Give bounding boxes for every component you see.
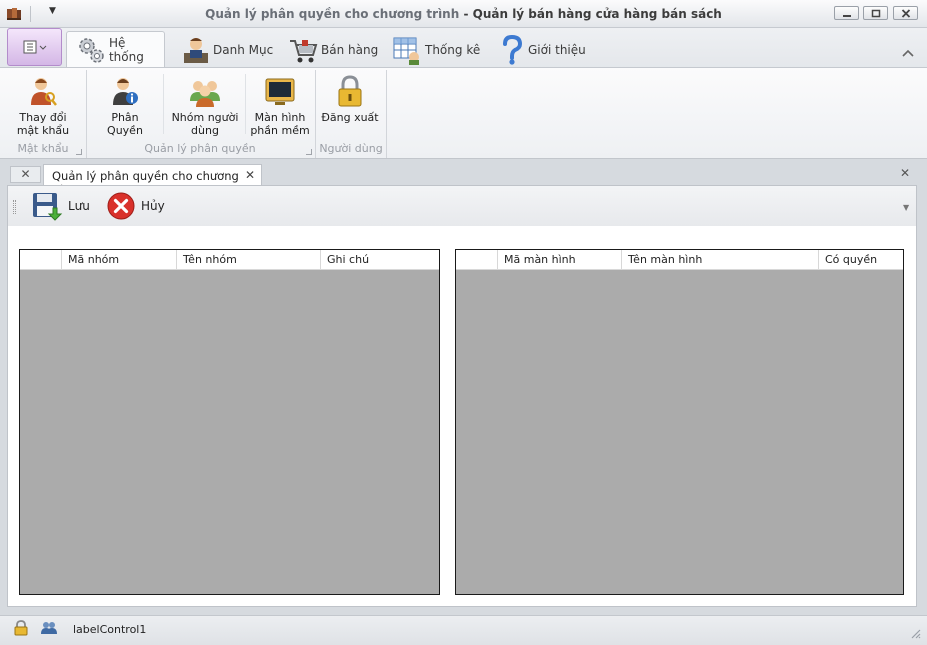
tab-thong-ke[interactable]: Thống kê [392, 31, 480, 68]
close-all-documents-button[interactable]: ✕ [10, 166, 41, 183]
window-title-separator: - [459, 7, 473, 21]
row-indicator-header [20, 250, 61, 270]
tab-danh-muc[interactable]: Danh Mục [182, 31, 273, 68]
group-label-quan-ly-phan-quyen: Quản lý phân quyền [144, 142, 256, 155]
toolbar-overflow-icon[interactable]: ▼ [903, 203, 909, 212]
cancel-x-icon [107, 192, 135, 220]
save-button[interactable]: Lưu [31, 190, 90, 222]
window-title-prefix: Quản lý phân quyền cho chương trình [205, 7, 460, 21]
column-header-ten-nhom[interactable]: Tên nhóm [176, 250, 320, 270]
group-separator [386, 70, 387, 158]
maximize-button[interactable] [863, 6, 888, 20]
gears-icon [79, 38, 104, 63]
tab-he-thong[interactable]: Hệ thống [66, 31, 165, 68]
user-info-icon [113, 78, 138, 105]
window-title: Quản lý phân quyền cho chương trình - Qu… [0, 7, 927, 21]
application-menu-button[interactable] [7, 28, 62, 66]
row-indicator-header [456, 250, 497, 270]
group-label-mat-khau: Mật khẩu [17, 142, 69, 155]
change-password-label-1: Thay đổi [19, 111, 67, 124]
resize-grip-icon[interactable] [909, 627, 921, 639]
application-menu-icon [23, 40, 47, 54]
ribbon-panel: Thay đổi mật khẩu Mật khẩu Phân Quyền Nh… [0, 67, 927, 159]
manager-icon [184, 37, 208, 63]
change-password-button[interactable]: Thay đổi mật khẩu [14, 71, 72, 137]
close-icon [901, 9, 911, 18]
group-separator [86, 70, 87, 158]
button-separator [245, 74, 246, 134]
tab-thong-ke-label: Thống kê [425, 42, 481, 57]
group-launcher-mat-khau-icon[interactable] [76, 149, 82, 155]
close-document-button[interactable]: ✕ [900, 166, 910, 180]
cancel-label: Hủy [141, 199, 165, 213]
tab-he-thong-label: Hệ thống [108, 36, 144, 64]
column-header-ma-man-hinh[interactable]: Mã màn hình [497, 250, 621, 270]
column-header-ma-nhom[interactable]: Mã nhóm [61, 250, 176, 270]
group-label-nguoi-dung: Người dùng [319, 142, 383, 155]
phan-quyen-button[interactable]: Phân Quyền [92, 71, 158, 137]
statistics-table-icon [393, 37, 419, 65]
shopping-cart-icon [290, 39, 318, 62]
user-group-grid[interactable]: Mã nhóm Tên nhóm Ghi chú [19, 249, 440, 595]
group-launcher-phan-quyen-icon[interactable] [306, 149, 312, 155]
minimize-button[interactable] [834, 6, 859, 20]
user-key-icon [31, 78, 57, 106]
screen-permission-grid[interactable]: Mã màn hình Tên màn hình Có quyền [455, 249, 904, 595]
status-label: labelControl1 [73, 623, 147, 636]
document-tab-close-icon[interactable]: ✕ [245, 168, 255, 182]
man-hinh-phan-mem-button[interactable]: Màn hình phần mềm [250, 71, 310, 137]
nhom-nguoi-dung-label-2: dùng [191, 124, 219, 137]
save-label: Lưu [68, 199, 90, 213]
column-header-co-quyen[interactable]: Có quyền [818, 250, 903, 270]
phan-quyen-label: Phân Quyền [107, 111, 143, 137]
change-password-label-2: mật khẩu [16, 124, 70, 137]
man-hinh-label-2: phần mềm [250, 124, 310, 137]
maximize-icon [871, 9, 881, 18]
cancel-button[interactable]: Hủy [106, 190, 165, 222]
collapse-ribbon-icon[interactable] [902, 49, 914, 57]
minimize-icon [843, 15, 851, 17]
dang-xuat-button[interactable]: Đăng xuất [321, 71, 379, 124]
grid-header: Mã màn hình Tên màn hình Có quyền [456, 250, 903, 270]
column-header-ghi-chu[interactable]: Ghi chú [320, 250, 439, 270]
user-group-icon [190, 81, 220, 107]
users-status-icon[interactable] [41, 621, 57, 635]
help-question-icon [503, 34, 523, 65]
group-separator [315, 70, 316, 158]
grid-header: Mã nhóm Tên nhóm Ghi chú [20, 250, 439, 270]
toolbar-grip[interactable] [13, 200, 16, 214]
tab-gioi-thieu-label: Giới thiệu [528, 42, 586, 57]
window-title-main: Quản lý bán hàng cửa hàng bán sách [472, 7, 722, 21]
tab-ban-hang-label: Bán hàng [321, 42, 379, 57]
tab-danh-muc-label: Danh Mục [213, 42, 274, 57]
close-window-button[interactable] [893, 6, 918, 20]
document-tab[interactable]: Quản lý phân quyền cho chương trình ✕ [43, 164, 262, 197]
lock-status-icon[interactable] [13, 620, 29, 636]
nhom-nguoi-dung-button[interactable]: Nhóm người dùng [170, 71, 240, 137]
tab-ban-hang[interactable]: Bán hàng [288, 31, 378, 68]
dang-xuat-label: Đăng xuất [321, 111, 379, 124]
monitor-icon [265, 78, 295, 105]
man-hinh-label-1: Màn hình [254, 111, 306, 124]
nhom-nguoi-dung-label-1: Nhóm người [171, 111, 239, 124]
padlock-icon [338, 75, 362, 107]
save-floppy-icon [33, 193, 63, 221]
column-header-ten-man-hinh[interactable]: Tên màn hình [621, 250, 818, 270]
tab-gioi-thieu[interactable]: Giới thiệu [499, 31, 586, 68]
button-separator [163, 74, 164, 134]
